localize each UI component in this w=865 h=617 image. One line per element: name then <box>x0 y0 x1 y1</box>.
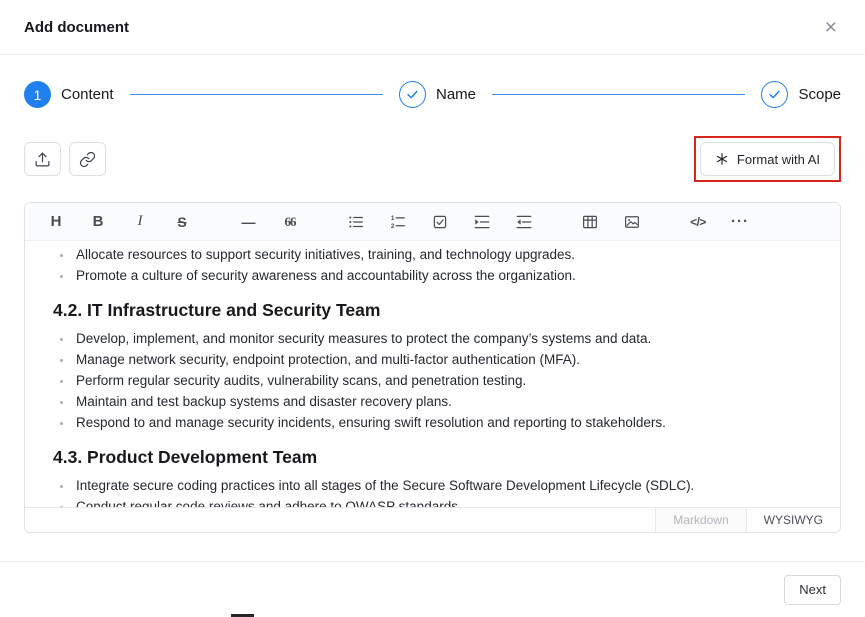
list-item: Integrate secure coding practices into a… <box>73 475 824 496</box>
step-content[interactable]: 1 Content <box>24 81 114 108</box>
ordered-list-icon: 12 <box>389 213 407 231</box>
upload-button[interactable] <box>24 142 61 176</box>
list-item: Maintain and test backup systems and dis… <box>73 391 824 412</box>
list-item: Respond to and manage security incidents… <box>73 412 824 433</box>
ai-sparkle-icon <box>715 152 729 166</box>
blockquote-button[interactable]: 66 <box>275 208 305 236</box>
step-name-label: Name <box>436 86 476 103</box>
svg-text:2: 2 <box>391 223 395 230</box>
check-icon <box>761 81 788 108</box>
ordered-list-button[interactable]: 12 <box>383 208 413 236</box>
wysiwyg-tab[interactable]: WYSIWYG <box>746 508 840 532</box>
list-item: Promote a culture of security awareness … <box>73 265 824 286</box>
link-icon <box>79 151 96 168</box>
italic-icon: I <box>138 213 143 230</box>
bold-icon: B <box>93 213 104 230</box>
add-document-modal: Add document × 1 Content Name Scope <box>0 0 865 533</box>
check-icon <box>399 81 426 108</box>
list-item: Conduct regular code reviews and adhere … <box>73 496 824 507</box>
more-icon: ··· <box>731 213 749 230</box>
list-item: Develop, implement, and monitor security… <box>73 328 824 349</box>
horizontal-rule-button[interactable]: — <box>233 208 263 236</box>
italic-button[interactable]: I <box>125 208 155 236</box>
annotation-highlight: Format with AI <box>694 136 841 182</box>
format-with-ai-label: Format with AI <box>737 152 820 167</box>
editor-content[interactable]: Allocate resources to support security i… <box>25 241 840 507</box>
modal-footer: Next <box>0 561 865 617</box>
indent-button[interactable] <box>467 208 497 236</box>
strikethrough-icon: S <box>177 214 186 230</box>
actions-row: Format with AI <box>0 136 865 182</box>
heading-icon: H <box>51 213 62 230</box>
bullet-list-button[interactable] <box>341 208 371 236</box>
list-item: Allocate resources to support security i… <box>73 244 824 265</box>
step-scope-label: Scope <box>798 86 841 103</box>
section-heading: 4.3. Product Development Team <box>53 445 824 469</box>
step-content-label: Content <box>61 86 114 103</box>
horizontal-rule-icon: — <box>242 214 255 230</box>
link-button[interactable] <box>69 142 106 176</box>
format-with-ai-button[interactable]: Format with AI <box>700 142 835 176</box>
image-icon <box>623 213 641 231</box>
step-connector <box>492 94 745 95</box>
bullet-list: Integrate secure coding practices into a… <box>53 475 824 507</box>
svg-text:1: 1 <box>391 215 395 222</box>
editor-mode-bar: Markdown WYSIWYG <box>25 507 840 532</box>
bullet-list-icon <box>347 213 365 231</box>
outdent-icon <box>515 213 533 231</box>
table-icon <box>581 213 599 231</box>
table-button[interactable] <box>575 208 605 236</box>
list-item: Perform regular security audits, vulnera… <box>73 370 824 391</box>
editor-toolbar: H B I S — 66 12 <box>25 203 840 241</box>
task-list-button[interactable] <box>425 208 455 236</box>
bullet-list: Develop, implement, and monitor security… <box>53 328 824 433</box>
heading-button[interactable]: H <box>41 208 71 236</box>
step-name[interactable]: Name <box>399 81 476 108</box>
code-block-button[interactable]: </> <box>683 208 713 236</box>
section-heading: 4.2. IT Infrastructure and Security Team <box>53 298 824 322</box>
close-icon[interactable]: × <box>821 15 841 40</box>
image-button[interactable] <box>617 208 647 236</box>
stepper: 1 Content Name Scope <box>0 81 865 108</box>
blockquote-icon: 66 <box>285 214 296 230</box>
next-button[interactable]: Next <box>784 575 841 605</box>
markdown-editor: H B I S — 66 12 <box>24 202 841 533</box>
step-scope[interactable]: Scope <box>761 81 841 108</box>
task-list-icon <box>431 213 449 231</box>
markdown-tab[interactable]: Markdown <box>655 508 745 532</box>
step-number-badge: 1 <box>24 81 51 108</box>
outdent-button[interactable] <box>509 208 539 236</box>
modal-title: Add document <box>24 19 129 36</box>
step-number: 1 <box>34 87 42 103</box>
code-block-icon: </> <box>690 215 706 229</box>
upload-icon <box>34 151 51 168</box>
strikethrough-button[interactable]: S <box>167 208 197 236</box>
bold-button[interactable]: B <box>83 208 113 236</box>
indent-icon <box>473 213 491 231</box>
bullet-list: Allocate resources to support security i… <box>53 244 824 286</box>
list-item: Manage network security, endpoint protec… <box>73 349 824 370</box>
step-connector <box>130 94 383 95</box>
modal-header: Add document × <box>0 0 865 55</box>
more-button[interactable]: ··· <box>725 208 755 236</box>
